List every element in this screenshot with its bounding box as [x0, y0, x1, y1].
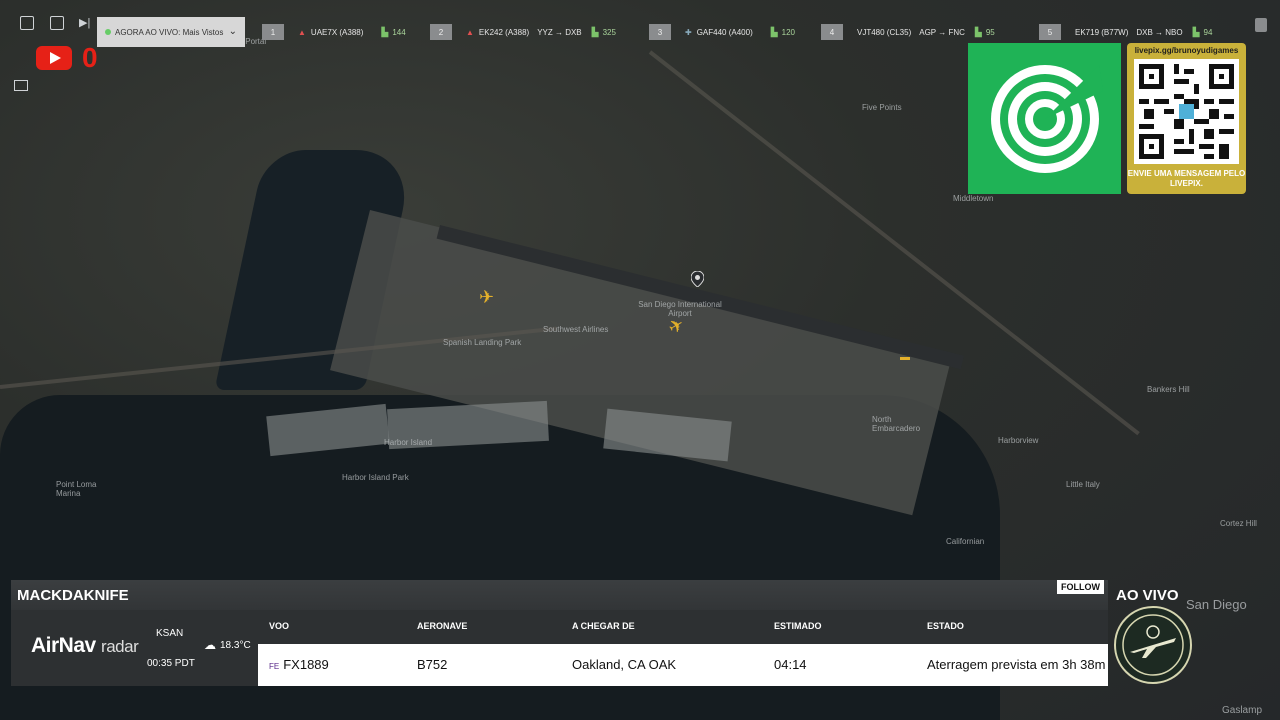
- aircraft-icon[interactable]: ▬: [900, 352, 910, 363]
- col-aeronave: AERONAVE: [417, 621, 468, 631]
- col-estimado: ESTIMADO: [774, 621, 822, 631]
- map-label: Point Loma Marina: [56, 480, 97, 498]
- livepix-caption: ENVIE UMA MENSAGEM PELO LIVEPIX.: [1127, 169, 1246, 188]
- airline-icon: ✚: [685, 27, 692, 37]
- flight-label: GAF440 (A400): [696, 27, 753, 37]
- viewer-count: 95: [985, 27, 995, 37]
- temperature: 18.3°C: [220, 640, 251, 651]
- airnav-brand: AirNav radar KSAN 00:35 PDT ☁ 18.3°C: [11, 610, 258, 686]
- cell-estado: Aterragem prevista em 3h 38m: [927, 657, 1106, 672]
- airline-icon: ▲: [466, 27, 474, 37]
- map-label: San Diego International Airport: [638, 300, 722, 318]
- screenshot-icon[interactable]: [50, 16, 64, 30]
- viewers-icon: ▙: [770, 26, 778, 37]
- viewer-count: 120: [781, 27, 796, 37]
- table-header: VOO AERONAVE A CHEGAR DE ESTIMADO ESTADO: [258, 610, 1108, 644]
- chevron-down-icon: ⌄: [228, 26, 237, 37]
- flight-label: EK719 (B77W): [1075, 27, 1129, 37]
- top-bar: ▶| AGORA AO VIVO: Mais Vistos ⌄ 1 ▲ UAE7…: [0, 8, 1280, 47]
- flight-item[interactable]: 2 ▲ EK242 (A388) YYZ → DXB ▙ 325: [430, 24, 616, 40]
- youtube-icon[interactable]: [36, 46, 72, 70]
- aircraft-icon[interactable]: ✈: [479, 287, 494, 308]
- brand-bold: AirNav: [31, 634, 96, 657]
- ticker-edge-icon: [1255, 18, 1267, 32]
- flight-item[interactable]: 5 EK719 (B77W) DXB → NBO ▙ 94: [1039, 24, 1212, 40]
- panel-header: MACKDAKNIFE FOLLOW: [11, 580, 1108, 610]
- map-label: Gaslamp: [1222, 705, 1263, 716]
- flight-label: VJT480 (CL35): [857, 27, 912, 37]
- col-origem: A CHEGAR DE: [572, 621, 635, 631]
- table-row[interactable]: FE FX1889 B752 Oakland, CA OAK 04:14 Ater…: [258, 644, 1108, 686]
- map-label: Harborview: [998, 436, 1039, 445]
- viewer-count: 94: [1203, 27, 1213, 37]
- collapse-icon[interactable]: [20, 16, 34, 30]
- live-label: AO VIVO: [1116, 587, 1179, 604]
- livepix-url: livepix.gg/brunoyudigames: [1134, 46, 1239, 55]
- flight-item[interactable]: 3 ✚ GAF440 (A400) ▙ 120: [649, 24, 795, 40]
- livepix-qr-panel[interactable]: livepix.gg/brunoyudigames ENVIE UMA MENS…: [1127, 43, 1246, 194]
- airnav-logo: AirNav radar: [31, 634, 139, 658]
- airport-code: KSAN: [156, 628, 184, 639]
- viewers-icon: ▙: [591, 26, 599, 37]
- channel-badge-icon: [1114, 606, 1192, 684]
- viewers-icon: ▙: [381, 26, 389, 37]
- flight-rank: 1: [262, 24, 284, 40]
- flight-label: EK242 (A388): [478, 27, 530, 37]
- qr-code-icon: [1134, 59, 1239, 164]
- flight-rank: 2: [430, 24, 452, 40]
- radar-icon: [990, 64, 1103, 173]
- skip-icon[interactable]: ▶|: [79, 16, 93, 30]
- airline-icon: ▲: [298, 27, 306, 37]
- flight-route: DXB → NBO: [1136, 27, 1183, 37]
- cell-estimado: 04:14: [774, 657, 807, 672]
- flight-label: UAE7X (A388): [310, 27, 364, 37]
- map-label: Five Points: [862, 103, 902, 112]
- col-voo: VOO: [269, 621, 290, 631]
- brand-light: radar: [101, 637, 139, 656]
- follow-button[interactable]: FOLLOW: [1057, 580, 1104, 594]
- flight-route: YYZ → DXB: [537, 27, 582, 37]
- flight-route: AGP → FNC: [919, 27, 965, 37]
- callsign: MACKDAKNIFE: [17, 587, 129, 604]
- flight-rank: 4: [821, 24, 843, 40]
- local-time: 00:35 PDT: [147, 658, 195, 669]
- map-label: North Embarcadero: [872, 415, 921, 433]
- badge-emblem-icon: [1122, 614, 1184, 676]
- map-label: Harbor Island Park: [342, 473, 409, 482]
- map-label: Harbor Island: [384, 438, 433, 447]
- live-dot-icon: [105, 29, 111, 35]
- flight-rank: 3: [649, 24, 671, 40]
- map-label: Bankers Hill: [1147, 385, 1190, 394]
- map-label: San Diego: [1186, 597, 1247, 612]
- flight-rank: 5: [1039, 24, 1061, 40]
- radar-logo: [968, 43, 1121, 194]
- fedex-icon: FE: [269, 662, 280, 671]
- map-label: Little Italy: [1066, 480, 1100, 489]
- live-selector-label: AGORA AO VIVO: Mais Vistos: [115, 27, 224, 37]
- viewer-count: 325: [602, 27, 616, 37]
- viewers-icon: ▙: [974, 26, 982, 37]
- flight-info-panel: MACKDAKNIFE FOLLOW AirNav radar KSAN 00:…: [11, 580, 1108, 686]
- map-label: Californian: [946, 537, 985, 546]
- viewers-icon: ▙: [1192, 26, 1200, 37]
- col-estado: ESTADO: [927, 621, 964, 631]
- list-icon[interactable]: [14, 80, 28, 91]
- flight-item[interactable]: 1 ▲ UAE7X (A388) ▙ 144: [262, 24, 406, 40]
- flight-number: FX1889: [283, 657, 329, 672]
- cell-origem: Oakland, CA OAK: [572, 657, 677, 672]
- cell-voo: FE FX1889: [269, 657, 329, 672]
- map-label: Middletown: [953, 194, 994, 203]
- map-label: Spanish Landing Park: [443, 338, 522, 347]
- weather-icon: ☁: [204, 638, 216, 652]
- map-label: Cortez Hill: [1220, 519, 1257, 528]
- youtube-counter: 0: [82, 42, 98, 73]
- live-selector[interactable]: AGORA AO VIVO: Mais Vistos ⌄: [97, 17, 245, 47]
- cell-aeronave: B752: [417, 657, 448, 672]
- viewer-count: 144: [392, 27, 406, 37]
- airport-pin-icon[interactable]: [691, 271, 704, 287]
- map-label: Southwest Airlines: [543, 325, 609, 334]
- flight-item[interactable]: 4 VJT480 (CL35) AGP → FNC ▙ 95: [821, 24, 995, 40]
